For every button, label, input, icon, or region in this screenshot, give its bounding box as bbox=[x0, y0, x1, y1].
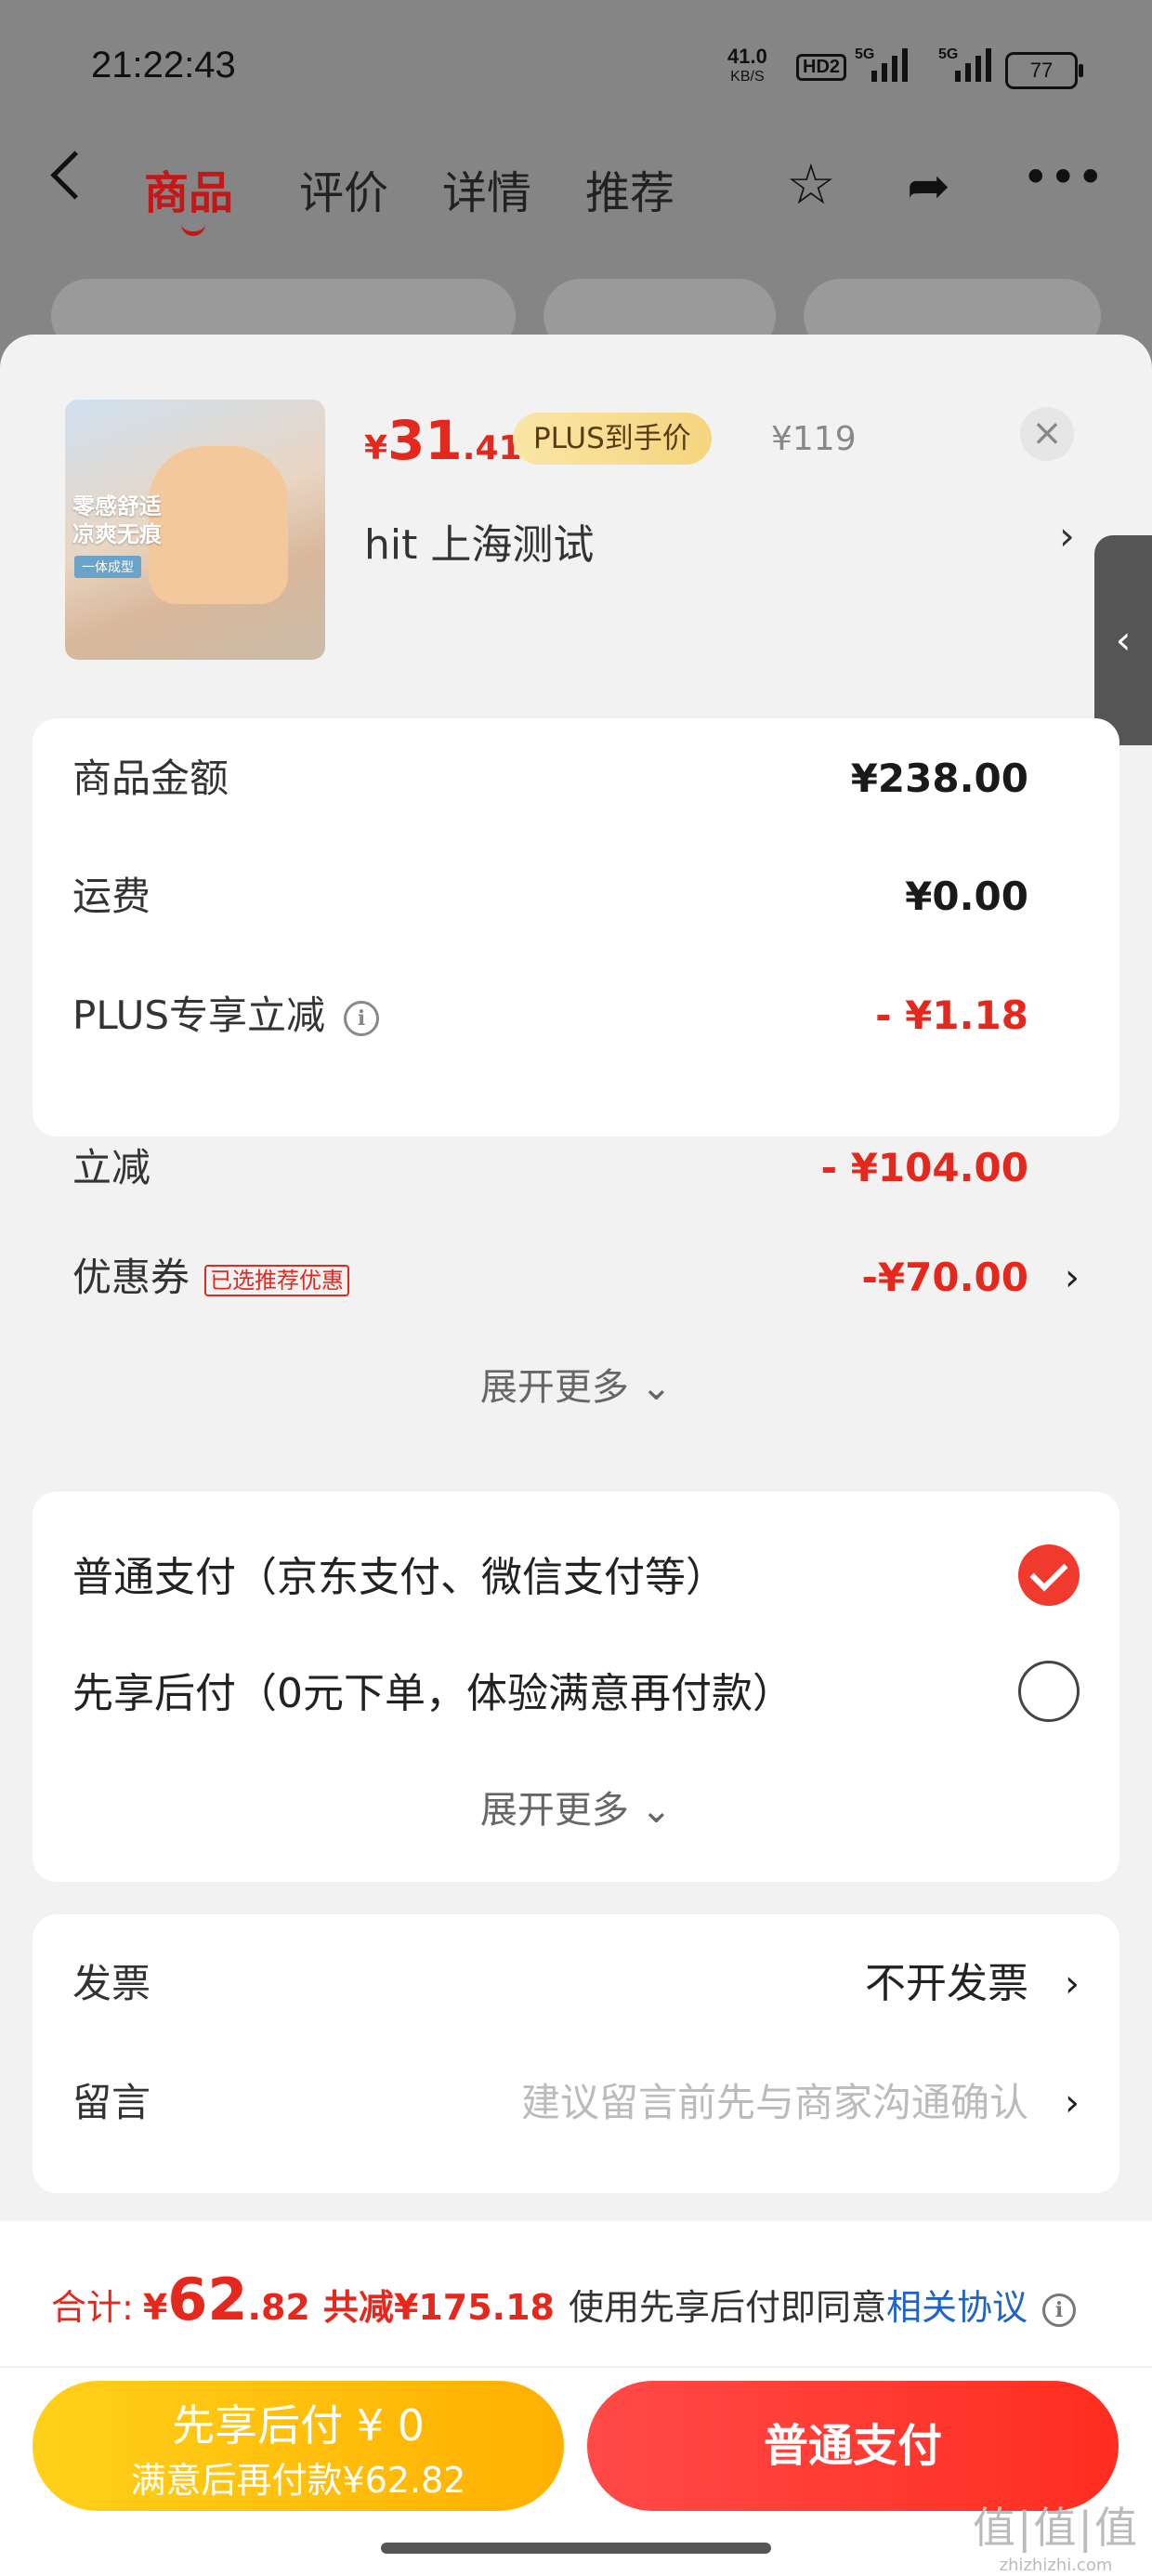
radio-unchecked-icon[interactable] bbox=[1018, 1661, 1080, 1722]
star-icon[interactable]: ☆ bbox=[786, 152, 836, 217]
plus-price-badge: PLUS到手价 bbox=[513, 413, 712, 465]
invoice-value: 不开发票 bbox=[865, 1960, 1028, 2007]
summary-label: 运费 bbox=[72, 874, 151, 919]
total-integer: 62 bbox=[167, 2266, 248, 2333]
radio-checked-icon[interactable] bbox=[1018, 1544, 1080, 1606]
expand-more-summary[interactable]: 展开更多 ⌄ bbox=[0, 1357, 1152, 1411]
hd-icon: HD2 bbox=[796, 54, 847, 81]
payment-option[interactable]: 普通支付（京东支付、微信支付等） bbox=[72, 1541, 1080, 1615]
invoice-label: 发票 bbox=[72, 1961, 151, 2006]
price-integer: 31 bbox=[387, 409, 463, 472]
signal-icon: 5G bbox=[855, 46, 908, 82]
message-row[interactable]: 留言 建议留言前先与商家沟通确认 › bbox=[72, 2070, 1080, 2136]
signal-icon-2: 5G bbox=[938, 46, 991, 82]
bnpl-line-1: 先享后付 ¥ 0 bbox=[172, 2400, 425, 2451]
tab-details[interactable]: 详情 bbox=[442, 156, 531, 221]
net-speed: 41.0 KB/S bbox=[727, 46, 767, 87]
checkout-footer: 合计: ¥ 62 .82 共减¥175.18 使用先享后付即同意相关协议 i 先享… bbox=[0, 2221, 1152, 2576]
share-icon[interactable]: ➦ bbox=[907, 156, 950, 217]
product-spec[interactable]: hit 上海测试 bbox=[364, 511, 594, 571]
summary-value: -¥70.00 bbox=[861, 1255, 1028, 1300]
expand-label: 展开更多 bbox=[479, 1789, 629, 1832]
message-input[interactable]: 建议留言前先与商家沟通确认 bbox=[521, 2070, 1028, 2136]
total-savings: 共减¥175.18 bbox=[322, 2287, 555, 2328]
chevron-right-icon[interactable]: › bbox=[1059, 513, 1075, 559]
tab-product[interactable]: 商品 bbox=[144, 156, 233, 236]
battery-icon: 77 bbox=[1005, 52, 1083, 89]
tab-recommend[interactable]: 推荐 bbox=[585, 156, 674, 221]
net-speed-unit: KB/S bbox=[730, 69, 765, 85]
order-total: 合计: ¥ 62 .82 共减¥175.18 bbox=[51, 2266, 555, 2333]
watermark-logo: 值|值|值 bbox=[973, 2503, 1139, 2553]
home-indicator[interactable] bbox=[381, 2543, 771, 2554]
expand-more-payment[interactable]: 展开更多 ⌄ bbox=[33, 1780, 1119, 1833]
net-speed-value: 41.0 bbox=[727, 45, 767, 68]
info-icon[interactable]: i bbox=[344, 1000, 380, 1036]
product-image-text: 零感舒适 凉爽无痕 bbox=[72, 493, 162, 547]
summary-value: - ¥104.00 bbox=[820, 1145, 1028, 1190]
product-image-tag: 一体成型 bbox=[74, 556, 141, 578]
normal-pay-button[interactable]: 普通支付 bbox=[587, 2381, 1119, 2511]
status-time: 21:22:43 bbox=[91, 45, 236, 85]
message-label: 留言 bbox=[72, 2080, 151, 2125]
agreement-text: 使用先享后付即同意相关协议 i bbox=[569, 2279, 1077, 2330]
chevron-right-icon[interactable]: › bbox=[1065, 2070, 1080, 2136]
tab-reviews[interactable]: 评价 bbox=[299, 156, 388, 221]
price-symbol: ¥ bbox=[364, 429, 388, 467]
summary-label: 优惠券 bbox=[72, 1255, 190, 1300]
total-decimal: .82 bbox=[247, 2287, 310, 2328]
invoice-row[interactable]: 发票 不开发票 › bbox=[72, 1952, 1080, 2017]
signal-label: 5G bbox=[855, 46, 875, 62]
payment-option[interactable]: 先享后付（0元下单，体验满意再付款） bbox=[72, 1657, 1080, 1731]
summary-label: 商品金额 bbox=[72, 756, 229, 801]
status-bar: 21:22:43 41.0 KB/S HD2 5G 5G 77 bbox=[0, 37, 1152, 102]
agreement-prefix: 使用先享后付即同意 bbox=[569, 2287, 887, 2328]
bnpl-line-2: 满意后再付款¥62.82 bbox=[130, 2460, 466, 2501]
payment-option-label: 先享后付（0元下单，体验满意再付款） bbox=[72, 1670, 793, 1717]
original-price: ¥119 bbox=[771, 420, 857, 458]
summary-row: 立减 - ¥104.00 bbox=[72, 1136, 1080, 1201]
total-symbol: ¥ bbox=[142, 2287, 168, 2328]
watermark-url: zhizhizhi.com bbox=[999, 2556, 1113, 2575]
side-collapse-tab[interactable]: ‹ bbox=[1094, 535, 1152, 745]
summary-value: ¥238.00 bbox=[850, 756, 1028, 801]
buy-now-pay-later-button[interactable]: 先享后付 ¥ 0 满意后再付款¥62.82 bbox=[33, 2381, 564, 2511]
summary-label-plus: PLUS专享立减 i bbox=[72, 983, 380, 1048]
payment-option-label: 普通支付（京东支付、微信支付等） bbox=[72, 1554, 727, 1601]
summary-label-text: PLUS专享立减 bbox=[72, 992, 326, 1038]
product-figure bbox=[149, 446, 288, 604]
coupon-row[interactable]: 优惠券 已选推荐优惠 -¥70.00 › bbox=[72, 1245, 1080, 1310]
product-image: 零感舒适 凉爽无痕 一体成型 bbox=[65, 400, 325, 660]
more-icon[interactable]: ••• bbox=[1022, 151, 1104, 204]
chevron-down-icon: ⌄ bbox=[640, 1789, 673, 1832]
divider bbox=[0, 2366, 1152, 2368]
invoice-card: 发票 不开发票 › 留言 建议留言前先与商家沟通确认 › bbox=[33, 1914, 1119, 2193]
agreement-link[interactable]: 相关协议 bbox=[886, 2287, 1028, 2328]
chevron-right-icon[interactable]: › bbox=[1065, 1952, 1080, 2017]
chevron-right-icon[interactable]: › bbox=[1065, 1245, 1080, 1310]
info-icon[interactable]: i bbox=[1042, 2293, 1077, 2327]
summary-value: ¥0.00 bbox=[905, 874, 1028, 919]
price-summary-card: 商品金额 ¥238.00 运费 ¥0.00 PLUS专享立减 i - ¥1.18 bbox=[33, 718, 1119, 1137]
summary-row: 商品金额 ¥238.00 bbox=[72, 746, 1080, 811]
payment-card: 普通支付（京东支付、微信支付等） 先享后付（0元下单，体验满意再付款） 展开更多… bbox=[33, 1492, 1119, 1882]
expand-label: 展开更多 bbox=[479, 1366, 629, 1409]
chevron-down-icon: ⌄ bbox=[640, 1366, 673, 1409]
signal-label-2: 5G bbox=[938, 46, 959, 62]
coupon-badge: 已选推荐优惠 bbox=[204, 1264, 350, 1296]
summary-row: PLUS专享立减 i - ¥1.18 bbox=[72, 983, 1080, 1048]
summary-value: - ¥1.18 bbox=[875, 992, 1028, 1038]
summary-row: 运费 ¥0.00 bbox=[72, 864, 1080, 929]
coupon-label-wrap: 优惠券 已选推荐优惠 bbox=[72, 1245, 350, 1310]
summary-label: 立减 bbox=[72, 1145, 151, 1190]
watermark: 值|值|值 zhizhizhi.com bbox=[973, 2494, 1139, 2575]
top-nav: 商品 评价 详情 推荐 ☆ ➦ ••• bbox=[0, 149, 1152, 236]
total-label: 合计: bbox=[51, 2287, 134, 2328]
close-button[interactable]: × bbox=[1020, 407, 1074, 461]
back-icon[interactable] bbox=[50, 151, 99, 200]
